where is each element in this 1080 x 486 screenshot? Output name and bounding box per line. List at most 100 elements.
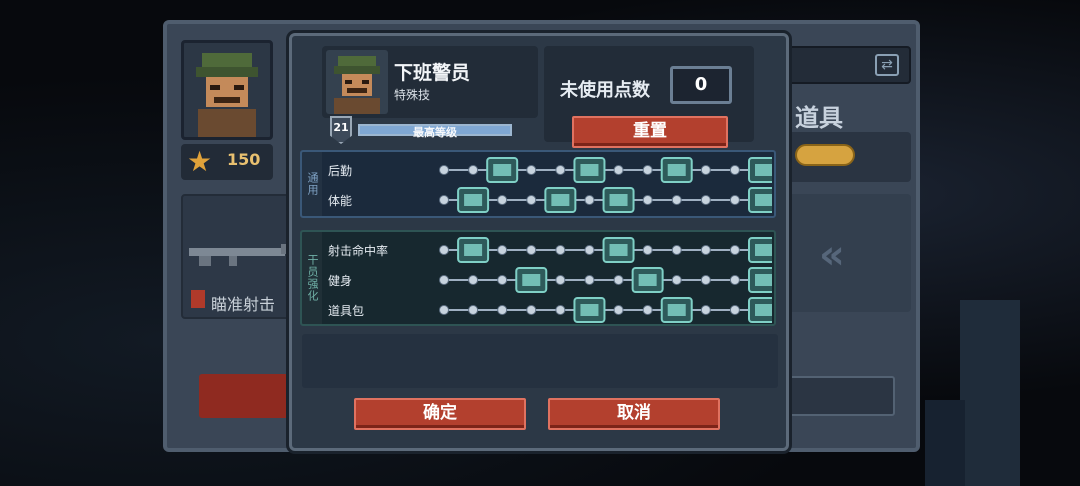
- skill-node[interactable]: [439, 275, 449, 285]
- background-pillar: [960, 300, 1020, 486]
- skill-track[interactable]: [436, 296, 772, 324]
- skill-node[interactable]: [555, 245, 566, 255]
- skill-node[interactable]: [468, 305, 479, 315]
- rank-display: ★ 150: [181, 144, 273, 180]
- character-name: 下班警员: [394, 62, 471, 84]
- character-header: 下班警员 特殊技: [322, 46, 538, 118]
- skill-node[interactable]: [729, 245, 740, 255]
- cancel-button[interactable]: 取消: [548, 398, 720, 430]
- skill-row-physique: 体能: [324, 186, 774, 214]
- skill-node[interactable]: [700, 195, 711, 205]
- avatar: [326, 50, 388, 114]
- armor-vest-icon[interactable]: [602, 187, 635, 213]
- muscle-arm-icon[interactable]: [631, 267, 664, 293]
- skill-track[interactable]: [436, 156, 772, 184]
- chevron-left-icon[interactable]: «: [819, 232, 845, 278]
- unused-points-label: 未使用点数: [560, 80, 650, 101]
- skill-node[interactable]: [468, 275, 479, 285]
- skill-track[interactable]: [436, 186, 772, 214]
- skill-node[interactable]: [497, 275, 508, 285]
- skill-track[interactable]: [436, 236, 772, 264]
- unused-points-value: 0: [670, 66, 732, 104]
- confirm-button[interactable]: 确定: [354, 398, 526, 430]
- slot-panel: [787, 194, 911, 312]
- bottom-field: [787, 376, 895, 416]
- skill-node[interactable]: [526, 305, 537, 315]
- skill-node[interactable]: [700, 245, 711, 255]
- items-title: 道具: [795, 104, 843, 132]
- character-class: 特殊技: [394, 88, 431, 102]
- skill-row-label: 体能: [328, 194, 353, 208]
- skill-node[interactable]: [584, 245, 595, 255]
- skill-node[interactable]: [700, 165, 711, 175]
- background-pillar-base: [925, 400, 965, 486]
- skill-node[interactable]: [497, 195, 508, 205]
- skill-flag-icon: [191, 290, 205, 308]
- skill-node[interactable]: [729, 165, 740, 175]
- star-count: 150: [227, 150, 261, 169]
- swap-icon[interactable]: ⇄: [875, 54, 899, 76]
- bag-icon[interactable]: [573, 297, 606, 323]
- skill-node[interactable]: [613, 305, 624, 315]
- skill-node[interactable]: [526, 245, 537, 255]
- skill-node[interactable]: [671, 245, 682, 255]
- rifle-icon: [189, 244, 299, 266]
- battery-pack-icon[interactable]: [748, 297, 772, 323]
- items-panel[interactable]: [787, 132, 911, 182]
- skill-node[interactable]: [642, 305, 653, 315]
- skill-node[interactable]: [642, 245, 653, 255]
- skill-node[interactable]: [555, 165, 566, 175]
- skill-node[interactable]: [555, 275, 566, 285]
- skill-node[interactable]: [729, 275, 740, 285]
- skill-node[interactable]: [613, 165, 624, 175]
- level-progress-bar: 最高等级: [358, 124, 512, 139]
- skill-node[interactable]: [729, 305, 740, 315]
- skill-node[interactable]: [439, 195, 449, 205]
- loadout-selector[interactable]: ⇄: [787, 46, 911, 84]
- skill-node[interactable]: [584, 195, 595, 205]
- skill-node[interactable]: [439, 165, 449, 175]
- skill-group-general: 通用 后勤 体能: [300, 150, 776, 218]
- skill-node[interactable]: [671, 275, 682, 285]
- melee-knife-icon[interactable]: [457, 187, 490, 213]
- skill-node[interactable]: [642, 165, 653, 175]
- supply-crate-icon[interactable]: [486, 157, 519, 183]
- skill-node[interactable]: [700, 275, 711, 285]
- reset-button[interactable]: 重置: [572, 116, 728, 148]
- skill-node[interactable]: [584, 275, 595, 285]
- bullet-spread-icon[interactable]: [457, 237, 490, 263]
- skill-row-label: 道具包: [328, 304, 365, 318]
- skill-node[interactable]: [439, 305, 449, 315]
- soldier-avatar-icon: [334, 56, 380, 114]
- skill-node[interactable]: [671, 195, 682, 205]
- sprint-boot-icon[interactable]: [544, 187, 577, 213]
- skill-node[interactable]: [642, 195, 653, 205]
- item-canister-icon: [795, 144, 855, 166]
- skill-node[interactable]: [729, 195, 740, 205]
- skill-node[interactable]: [555, 305, 566, 315]
- skill-node[interactable]: [439, 245, 449, 255]
- gear-cluster-icon[interactable]: [660, 297, 693, 323]
- skill-node[interactable]: [497, 305, 508, 315]
- skill-row-itembag: 道具包: [324, 296, 774, 324]
- skill-row-accuracy: 射击命中率: [324, 236, 774, 264]
- skill-node[interactable]: [526, 195, 537, 205]
- skill-node[interactable]: [468, 165, 479, 175]
- running-figure-icon[interactable]: [748, 267, 772, 293]
- scope-rifle-icon[interactable]: [602, 237, 635, 263]
- fist-icon[interactable]: [515, 267, 548, 293]
- grenade-pouch-icon[interactable]: [748, 187, 772, 213]
- skill-node[interactable]: [526, 165, 537, 175]
- skill-node[interactable]: [497, 245, 508, 255]
- points-panel: 未使用点数 0 重置: [544, 46, 754, 148]
- skill-row-logistics: 后勤: [324, 156, 774, 184]
- character-portrait[interactable]: [181, 40, 273, 140]
- skill-node[interactable]: [700, 305, 711, 315]
- skill-node[interactable]: [613, 275, 624, 285]
- medkit-icon[interactable]: [660, 157, 693, 183]
- shield-plus-icon[interactable]: [573, 157, 606, 183]
- skill-row-label: 射击命中率: [328, 244, 389, 258]
- crosshair-icon[interactable]: [748, 237, 772, 263]
- ammo-stack-icon[interactable]: [748, 157, 772, 183]
- skill-track[interactable]: [436, 266, 772, 294]
